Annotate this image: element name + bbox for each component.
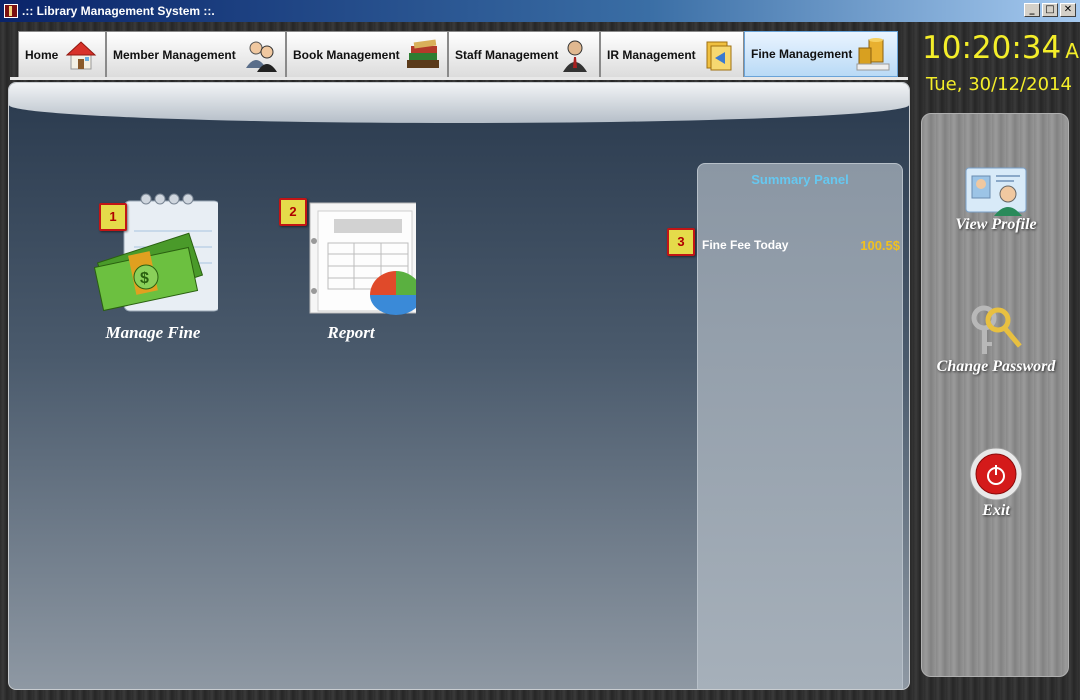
exit-button[interactable]: Exit <box>922 446 1070 520</box>
main-tab-bar: Home Member Management Book Management S… <box>18 31 898 77</box>
tab-member-management[interactable]: Member Management <box>106 31 286 77</box>
staff-icon <box>563 40 587 72</box>
tab-label: Staff Management <box>455 47 559 62</box>
fine-fee-today-label: Fine Fee Today <box>702 238 789 252</box>
manage-fine-label: Manage Fine <box>105 323 201 342</box>
users-icon <box>246 41 277 72</box>
tab-book-management[interactable]: Book Management <box>286 31 448 77</box>
app-frame: Home Member Management Book Management S… <box>0 22 1080 700</box>
clock-time: 10:20:34AM <box>922 30 1080 66</box>
books-icon <box>407 39 439 68</box>
app-book-icon <box>4 4 18 18</box>
profile-card-icon <box>965 167 1027 216</box>
power-icon <box>969 447 1023 501</box>
badge-2: 2 <box>279 198 307 226</box>
clock-ampm: AM <box>1065 39 1080 63</box>
maximize-button[interactable]: □ <box>1042 3 1058 17</box>
clock-time-value: 10:20:34 <box>922 30 1062 66</box>
report-label: Report <box>327 323 375 342</box>
house-icon <box>65 41 97 70</box>
tab-label: IR Management <box>607 47 696 62</box>
minimize-button[interactable]: _ <box>1024 3 1040 17</box>
badge-3: 3 <box>667 228 695 256</box>
svg-text:$: $ <box>140 270 149 287</box>
coins-icon <box>856 38 890 71</box>
tab-home[interactable]: Home <box>18 31 106 77</box>
tab-staff-management[interactable]: Staff Management <box>448 31 600 77</box>
change-password-button[interactable]: Change Password <box>922 302 1070 376</box>
summary-panel: Summary Panel Fine Fee Today 100.5$ <box>697 163 903 689</box>
view-profile-button[interactable]: View Profile <box>922 164 1070 234</box>
tab-ir-management[interactable]: IR Management <box>600 31 744 77</box>
window-titlebar: .:: Library Management System ::. _ □ ✕ <box>0 0 1080 22</box>
issue-return-icon <box>706 41 732 71</box>
tab-fine-management[interactable]: Fine Management <box>744 31 898 77</box>
keys-icon <box>971 305 1022 354</box>
main-content-panel: $ Manage Fine 1 Report 2 Summary Panel F… <box>8 82 910 690</box>
change-password-label: Change Password <box>936 358 1056 375</box>
summary-panel-title: Summary Panel <box>751 172 849 187</box>
tab-label: Book Management <box>293 47 400 62</box>
window-title: .:: Library Management System ::. <box>22 4 215 18</box>
tab-label: Home <box>25 47 59 62</box>
exit-label: Exit <box>982 502 1010 519</box>
window-controls: _ □ ✕ <box>1024 3 1076 17</box>
clock-date: Tue, 30/12/2014 <box>926 74 1072 95</box>
tab-label: Member Management <box>113 47 236 62</box>
view-profile-label: View Profile <box>955 216 1037 233</box>
main-panel-header <box>9 83 909 123</box>
badge-1: 1 <box>99 203 127 231</box>
fine-fee-today-row: Fine Fee Today 100.5$ <box>702 238 900 253</box>
close-button[interactable]: ✕ <box>1060 3 1076 17</box>
fine-fee-today-value: 100.5$ <box>860 238 900 253</box>
tab-bar-underline <box>10 77 908 80</box>
side-action-panel: View Profile Change Password Exit <box>921 113 1069 677</box>
tab-label: Fine Management <box>751 47 853 61</box>
